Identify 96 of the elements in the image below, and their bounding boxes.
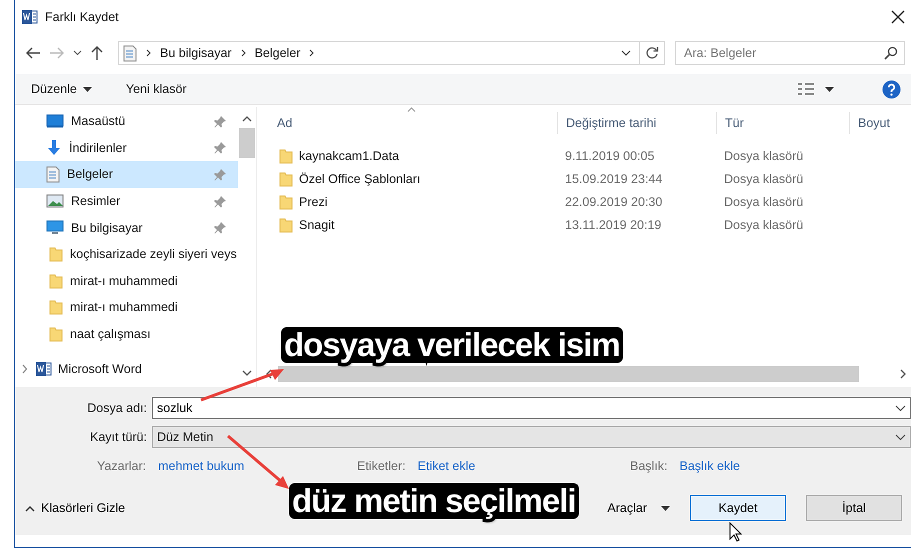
folder-icon — [49, 326, 63, 342]
pin-icon — [214, 141, 226, 154]
sidebar-item[interactable]: Belgeler — [15, 161, 238, 188]
property-link[interactable]: Başlık ekle — [680, 459, 740, 473]
scrollbar-thumb[interactable] — [239, 128, 255, 158]
caret-down-icon — [661, 506, 670, 510]
file-name[interactable]: Snagit — [299, 218, 334, 232]
sidebar-item[interactable]: İndirilenler — [15, 134, 238, 162]
field-label: Dosya adı: — [86, 401, 148, 415]
sidebar-item[interactable]: Masaüstü — [15, 108, 238, 135]
sidebar-item[interactable]: koçhisarizade zeyli siyeri veys — [15, 240, 238, 268]
tools-menu-button[interactable]: Araçlar — [601, 500, 676, 516]
chevron-right-icon — [145, 48, 152, 58]
chevron-right-icon[interactable] — [20, 364, 29, 374]
sidebar-item[interactable]: mirat-ı muhammedi — [15, 294, 238, 321]
sidebar-item[interactable]: Microsoft Word — [15, 355, 238, 382]
picture-icon — [46, 194, 64, 208]
cancel-button[interactable]: İptal — [806, 495, 902, 521]
modified-date: 9.11.2019 00:05 — [564, 148, 656, 162]
back-arrow-icon[interactable] — [25, 46, 41, 60]
file-name[interactable]: Prezi — [299, 194, 328, 208]
scroll-up-icon[interactable] — [242, 115, 252, 122]
column-header[interactable]: Değiştirme tarihi — [557, 112, 716, 134]
property-label: Yazarlar: — [97, 459, 146, 473]
folder-icon — [279, 148, 293, 164]
close-icon[interactable] — [891, 10, 905, 24]
pin-icon — [214, 168, 226, 181]
file-name[interactable]: Özel Office Şablonları — [299, 172, 420, 186]
chevron-right-icon — [240, 48, 247, 58]
mouse-cursor-icon — [729, 522, 743, 542]
file-type: Dosya klasörü — [723, 148, 804, 162]
column-header[interactable]: Tür — [716, 112, 849, 134]
monitor-icon — [46, 114, 64, 128]
window-title: Farklı Kaydet — [45, 10, 120, 24]
column-header[interactable]: Ad — [257, 112, 557, 134]
download-arrow-icon — [46, 138, 62, 157]
document-icon — [123, 44, 137, 62]
hide-folders-button[interactable]: Klasörleri Gizle — [25, 501, 126, 515]
annotation-caption: dosyaya verilecek isim — [281, 327, 623, 363]
sidebar-item[interactable]: Bu bilgisayar — [15, 214, 238, 241]
modified-date: 15.09.2019 23:44 — [564, 172, 664, 186]
new-folder-button[interactable]: Yeni klasör — [124, 80, 189, 98]
help-icon[interactable] — [882, 80, 901, 98]
scroll-right-icon[interactable] — [900, 369, 907, 379]
caret-down-icon — [895, 434, 906, 440]
search-field[interactable]: Ara: Belgeler — [675, 41, 905, 65]
word-icon — [35, 360, 52, 377]
file-type: Dosya klasörü — [723, 218, 804, 232]
breadcrumb[interactable]: Bu bilgisayar — [160, 46, 232, 60]
property-label: Etiketler: — [357, 459, 406, 473]
word-icon — [21, 9, 38, 25]
sidebar-item[interactable]: mirat-ı muhammedi — [15, 268, 238, 294]
chevron-up-icon — [25, 504, 35, 512]
breadcrumb[interactable]: Belgeler — [254, 46, 300, 60]
address-bar[interactable]: Bu bilgisayar Belgeler — [118, 41, 665, 65]
property-link[interactable]: mehmet bukum — [158, 459, 244, 473]
sort-caret-icon — [407, 107, 416, 112]
field-label: Kayıt türü: — [89, 430, 148, 444]
caret-down-icon — [895, 405, 906, 412]
folder-icon — [49, 246, 63, 262]
property-label: Başlık: — [630, 459, 668, 473]
scroll-down-icon[interactable] — [242, 370, 252, 377]
pin-icon — [214, 221, 226, 234]
modified-date: 13.11.2019 20:19 — [564, 218, 662, 232]
caret-down-icon[interactable] — [73, 50, 82, 56]
file-type: Dosya klasörü — [723, 194, 804, 208]
view-options-icon[interactable] — [797, 82, 815, 96]
folder-icon — [49, 299, 63, 316]
up-arrow-icon[interactable] — [90, 45, 104, 61]
caret-down-icon[interactable] — [825, 86, 834, 92]
file-type-dropdown[interactable]: Düz Metin — [152, 426, 911, 448]
refresh-icon — [645, 46, 659, 60]
folder-icon — [49, 272, 63, 289]
search-icon — [884, 46, 898, 60]
document-icon — [46, 166, 60, 183]
pin-icon — [214, 114, 226, 128]
property-link[interactable]: Etiket ekle — [418, 459, 476, 473]
folder-icon — [279, 194, 293, 210]
scroll-left-icon[interactable] — [265, 369, 272, 379]
folder-icon — [279, 216, 293, 232]
file-type: Dosya klasörü — [723, 172, 804, 186]
scrollbar-thumb[interactable] — [278, 366, 859, 382]
sidebar-item[interactable]: Resimler — [15, 188, 238, 214]
caret-down-icon[interactable] — [621, 50, 631, 56]
save-button[interactable]: Kaydet — [690, 495, 786, 521]
file-name[interactable]: kaynakcam1.Data — [299, 148, 400, 162]
folder-icon — [279, 170, 293, 186]
caret-down-icon — [82, 86, 92, 92]
organize-menu-button[interactable]: Düzenle — [29, 80, 94, 98]
sidebar-item[interactable]: naat çalışması — [15, 320, 238, 348]
modified-date: 22.09.2019 20:30 — [564, 194, 664, 208]
chevron-right-icon — [308, 48, 316, 58]
pin-icon — [214, 194, 226, 208]
file-name-field[interactable]: sozluk — [152, 397, 911, 419]
computer-icon — [46, 220, 64, 236]
column-header[interactable]: Boyut — [849, 112, 911, 134]
